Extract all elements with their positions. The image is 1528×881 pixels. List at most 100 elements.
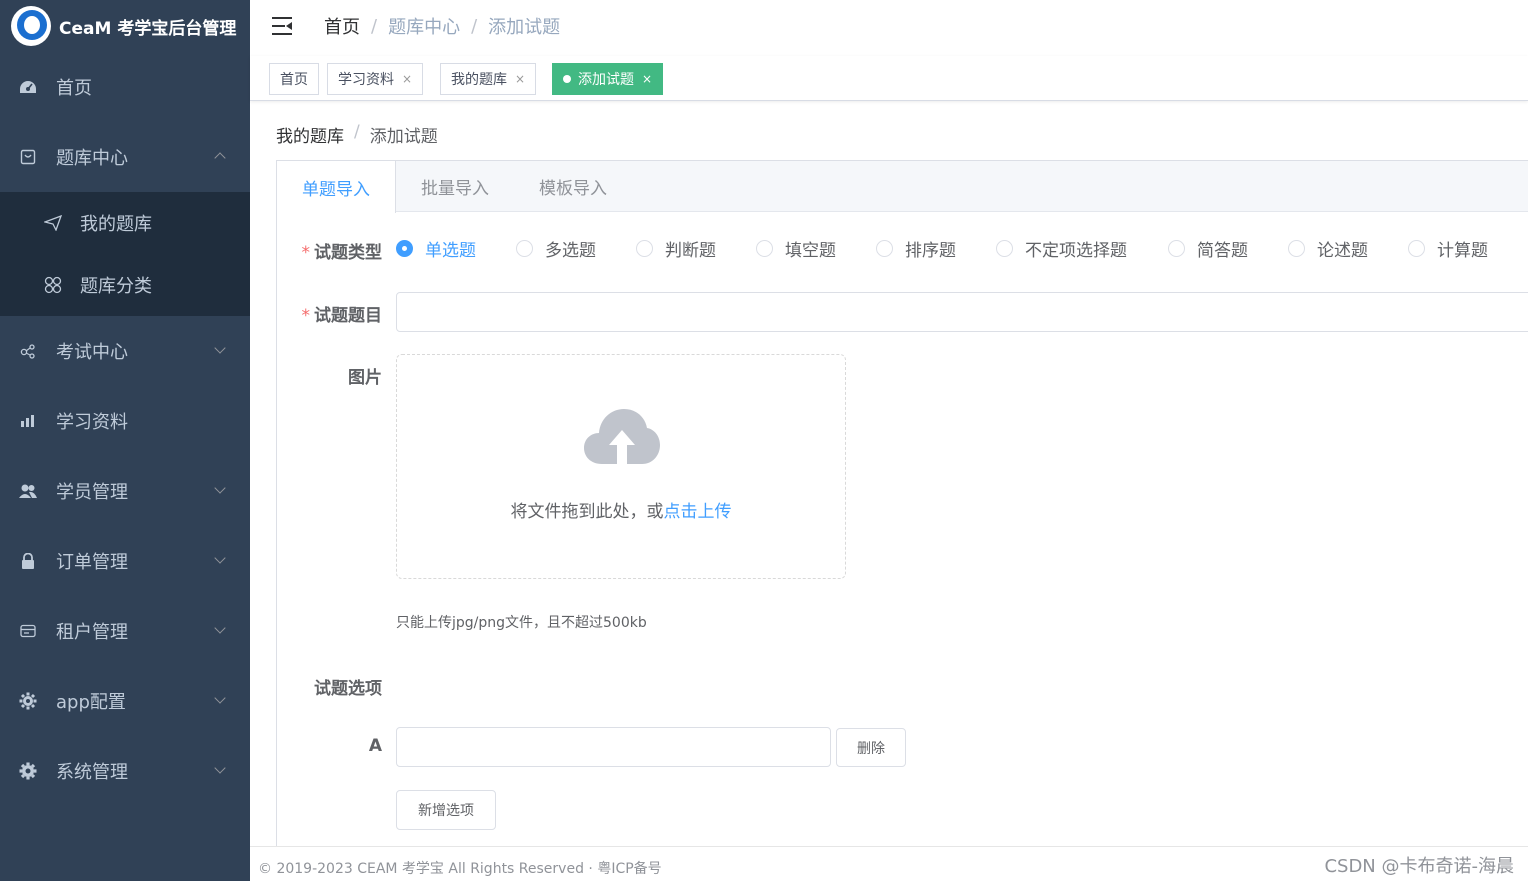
radio-single-choice[interactable]: 单选题 xyxy=(396,236,476,261)
radio-icon xyxy=(1408,240,1425,257)
sidebar-item-label: 租户管理 xyxy=(56,622,128,643)
radio-multiple-choice[interactable]: 多选题 xyxy=(516,236,596,261)
sidebar-item-exam-center[interactable]: 考试中心 xyxy=(0,316,250,386)
radio-true-false[interactable]: 判断题 xyxy=(636,236,716,261)
radio-short-answer[interactable]: 简答题 xyxy=(1168,236,1248,261)
tag-add-question[interactable]: 添加试题 × xyxy=(552,63,664,95)
radio-icon xyxy=(636,240,653,257)
logo[interactable]: CeaM 考学宝后台管理 xyxy=(0,0,250,52)
delete-option-button[interactable]: 删除 xyxy=(836,728,906,767)
option-letter: A xyxy=(368,736,382,756)
tag-study-materials[interactable]: 学习资料 × xyxy=(327,63,424,95)
sidebar-item-tenants[interactable]: 租户管理 xyxy=(0,596,250,666)
close-icon[interactable]: × xyxy=(402,72,412,86)
chevron-down-icon xyxy=(214,692,226,704)
tag-label: 首页 xyxy=(280,72,308,88)
settings-icon xyxy=(19,762,37,780)
close-icon[interactable]: × xyxy=(515,72,525,86)
image-label: 图片 xyxy=(348,368,382,388)
radio-label: 论述题 xyxy=(1317,241,1368,261)
share-icon xyxy=(19,342,37,360)
sidebar-item-label: 考试中心 xyxy=(56,342,128,363)
copyright: © 2019-2023 CEAM 考学宝 All Rights Reserved… xyxy=(258,861,662,877)
sidebar-item-label: 题库中心 xyxy=(56,148,128,169)
sidebar-item-label: 首页 xyxy=(56,78,92,99)
radio-icon xyxy=(756,240,773,257)
breadcrumb-current: 添加试题 xyxy=(488,17,561,38)
breadcrumb-home[interactable]: 首页 xyxy=(324,13,360,39)
sidebar-item-label: 系统管理 xyxy=(56,762,128,783)
sidebar-item-study-materials[interactable]: 学习资料 xyxy=(0,386,250,456)
question-title-input[interactable] xyxy=(396,292,1528,332)
radio-icon xyxy=(1168,240,1185,257)
image-upload-dropzone[interactable]: 将文件拖到此处，或点击上传 xyxy=(396,354,846,579)
radio-calculation[interactable]: 计算题 xyxy=(1408,236,1488,261)
sidebar-item-app-config[interactable]: app配置 xyxy=(0,666,250,736)
sidebar-item-home[interactable]: 首页 xyxy=(0,52,250,122)
radio-label: 填空题 xyxy=(785,241,836,261)
tag-label: 学习资料 xyxy=(338,72,394,88)
active-dot-icon xyxy=(563,75,571,83)
radio-icon xyxy=(1288,240,1305,257)
card-icon xyxy=(19,622,37,640)
question-title-label: * 试题题目 xyxy=(301,306,383,326)
tabs-header: 单题导入 批量导入 模板导入 xyxy=(277,161,1528,213)
upload-hint: 将文件拖到此处，或点击上传 xyxy=(510,502,732,522)
chevron-up-icon xyxy=(214,152,226,164)
brand-logo-icon xyxy=(11,6,51,46)
tag-home[interactable]: 首页 xyxy=(269,63,319,95)
sidebar-item-system[interactable]: 系统管理 xyxy=(0,736,250,806)
close-icon[interactable]: × xyxy=(642,72,652,86)
navbar: 首页 / 题库中心 / 添加试题 xyxy=(250,0,1528,52)
radio-label: 计算题 xyxy=(1437,241,1488,261)
watermark: CSDN @卡布奇诺-海晨 xyxy=(1324,856,1514,877)
grid-icon xyxy=(44,276,62,294)
tag-label: 我的题库 xyxy=(451,72,507,88)
tags-view: 首页 学习资料 × 我的题库 × 添加试题 × xyxy=(250,56,1528,101)
sidebar-item-students[interactable]: 学员管理 xyxy=(0,456,250,526)
menu-toggle-icon[interactable] xyxy=(272,17,292,35)
radio-label: 简答题 xyxy=(1197,241,1248,261)
box-icon xyxy=(19,148,37,166)
breadcrumb-separator: / xyxy=(354,122,360,142)
breadcrumb-question-center[interactable]: 题库中心 xyxy=(388,13,460,39)
chevron-down-icon xyxy=(214,482,226,494)
radio-label: 排序题 xyxy=(905,241,956,261)
radio-ordering[interactable]: 排序题 xyxy=(876,236,956,261)
radio-label: 单选题 xyxy=(425,241,476,261)
options-label: 试题选项 xyxy=(314,679,382,699)
tab-batch-import[interactable]: 批量导入 xyxy=(396,161,514,212)
sidebar-item-question-center[interactable]: 题库中心 xyxy=(0,122,250,192)
sidebar-item-label: 学员管理 xyxy=(56,482,128,503)
breadcrumb-my-bank[interactable]: 我的题库 xyxy=(276,122,344,147)
click-upload-link[interactable]: 点击上传 xyxy=(664,502,732,522)
sidebar-item-orders[interactable]: 订单管理 xyxy=(0,526,250,596)
sidebar-item-my-bank[interactable]: 我的题库 xyxy=(0,192,250,254)
chevron-down-icon xyxy=(214,762,226,774)
radio-fill-blank[interactable]: 填空题 xyxy=(756,236,836,261)
radio-checked-icon xyxy=(396,240,413,257)
gear-icon xyxy=(19,692,37,710)
option-a-input[interactable] xyxy=(396,727,831,767)
sidebar: CeaM 考学宝后台管理 首页 题库中心 我的题库 题库分类 考试中心 学习资料… xyxy=(0,0,250,881)
tab-template-import[interactable]: 模板导入 xyxy=(514,161,632,212)
radio-essay[interactable]: 论述题 xyxy=(1288,236,1368,261)
tag-label: 添加试题 xyxy=(578,72,634,88)
radio-label: 不定项选择题 xyxy=(1025,241,1127,261)
tab-single-import[interactable]: 单题导入 xyxy=(277,161,396,213)
add-option-button[interactable]: 新增选项 xyxy=(396,790,496,830)
lock-icon xyxy=(19,552,37,570)
sidebar-item-label: 我的题库 xyxy=(80,214,152,235)
chevron-down-icon xyxy=(214,552,226,564)
upload-cloud-icon xyxy=(584,409,660,464)
tag-my-bank[interactable]: 我的题库 × xyxy=(440,63,537,95)
radio-indefinite-choice[interactable]: 不定项选择题 xyxy=(996,236,1127,261)
radio-label: 多选题 xyxy=(545,241,596,261)
submenu: 我的题库 题库分类 xyxy=(0,192,250,316)
sidebar-item-label: 订单管理 xyxy=(56,552,128,573)
users-icon xyxy=(19,482,37,500)
sidebar-item-bank-category[interactable]: 题库分类 xyxy=(0,254,250,316)
sidebar-item-label: app配置 xyxy=(56,692,126,713)
upload-tip: 只能上传jpg/png文件，且不超过500kb xyxy=(396,615,647,631)
chevron-down-icon xyxy=(214,622,226,634)
